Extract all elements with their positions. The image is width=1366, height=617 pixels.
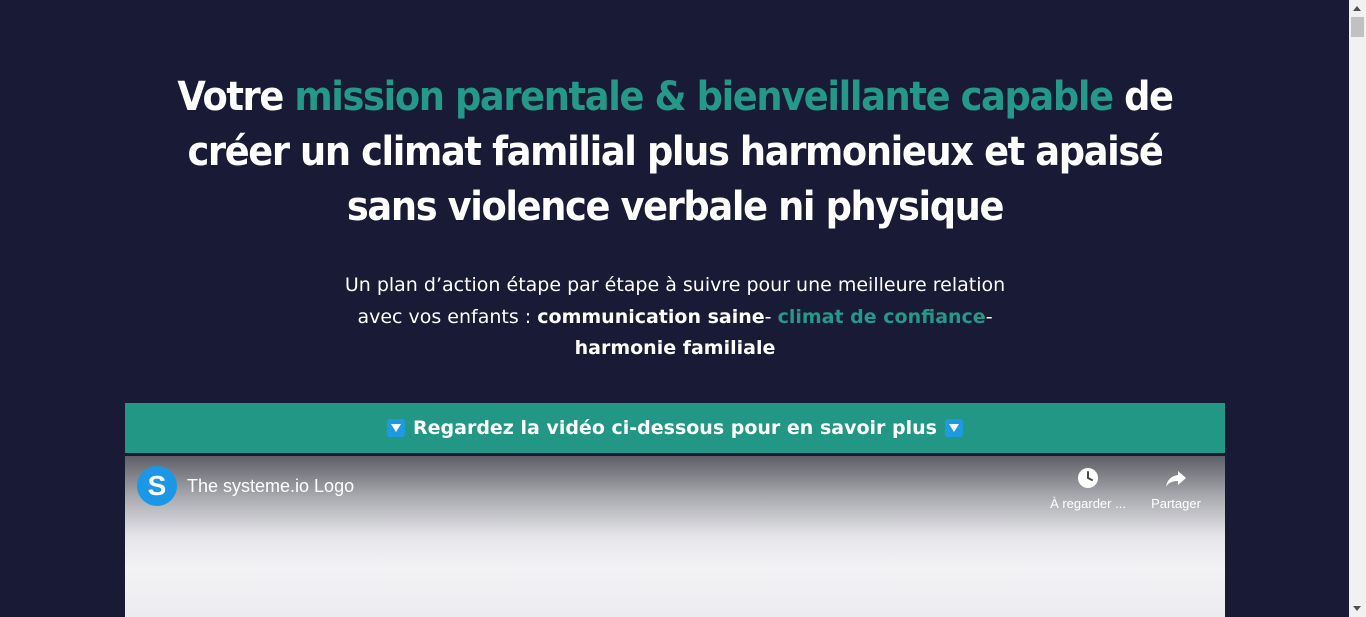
page: Votre mission parentale & bienveillante … — [0, 0, 1349, 617]
share-icon — [1166, 471, 1186, 487]
subhead-item-communication: communication saine — [537, 305, 765, 328]
video-banner: Regardez la vidéo ci-dessous pour en sav… — [125, 403, 1225, 453]
headline-part-1: Votre — [177, 74, 295, 120]
share-label: Partager — [1151, 496, 1201, 511]
vertical-scrollbar[interactable] — [1349, 0, 1366, 617]
down-arrow-icon — [944, 419, 963, 437]
headline: Votre mission parentale & bienveillante … — [155, 70, 1195, 235]
down-arrow-icon — [387, 419, 406, 437]
clock-icon — [1078, 468, 1098, 488]
scroll-up-arrow-icon[interactable] — [1349, 0, 1366, 17]
subhead-item-confiance: climat de confiance — [777, 305, 986, 328]
subheadline: Un plan d’action étape par étape à suivr… — [320, 270, 1030, 365]
subhead-separator-1: - — [764, 305, 778, 328]
subhead-item-harmonie: harmonie familiale — [574, 337, 776, 359]
watch-later-label: À regarder ... — [1050, 496, 1126, 511]
channel-logo[interactable]: S — [137, 466, 177, 506]
share-button[interactable]: Partager — [1131, 466, 1221, 511]
channel-logo-letter: S — [147, 470, 167, 501]
video-banner-text: Regardez la vidéo ci-dessous pour en sav… — [413, 417, 937, 439]
headline-accent: mission parentale & bienveillante capabl… — [294, 74, 1114, 120]
watch-later-button[interactable]: À regarder ... — [1043, 466, 1133, 511]
subhead-separator-2: - — [985, 305, 993, 328]
video-title[interactable]: The systeme.io Logo — [187, 476, 354, 497]
video-player[interactable]: S The systeme.io Logo À regarder ... Par… — [125, 456, 1225, 617]
scroll-thumb[interactable] — [1351, 17, 1364, 37]
scroll-down-arrow-icon[interactable] — [1349, 600, 1366, 617]
